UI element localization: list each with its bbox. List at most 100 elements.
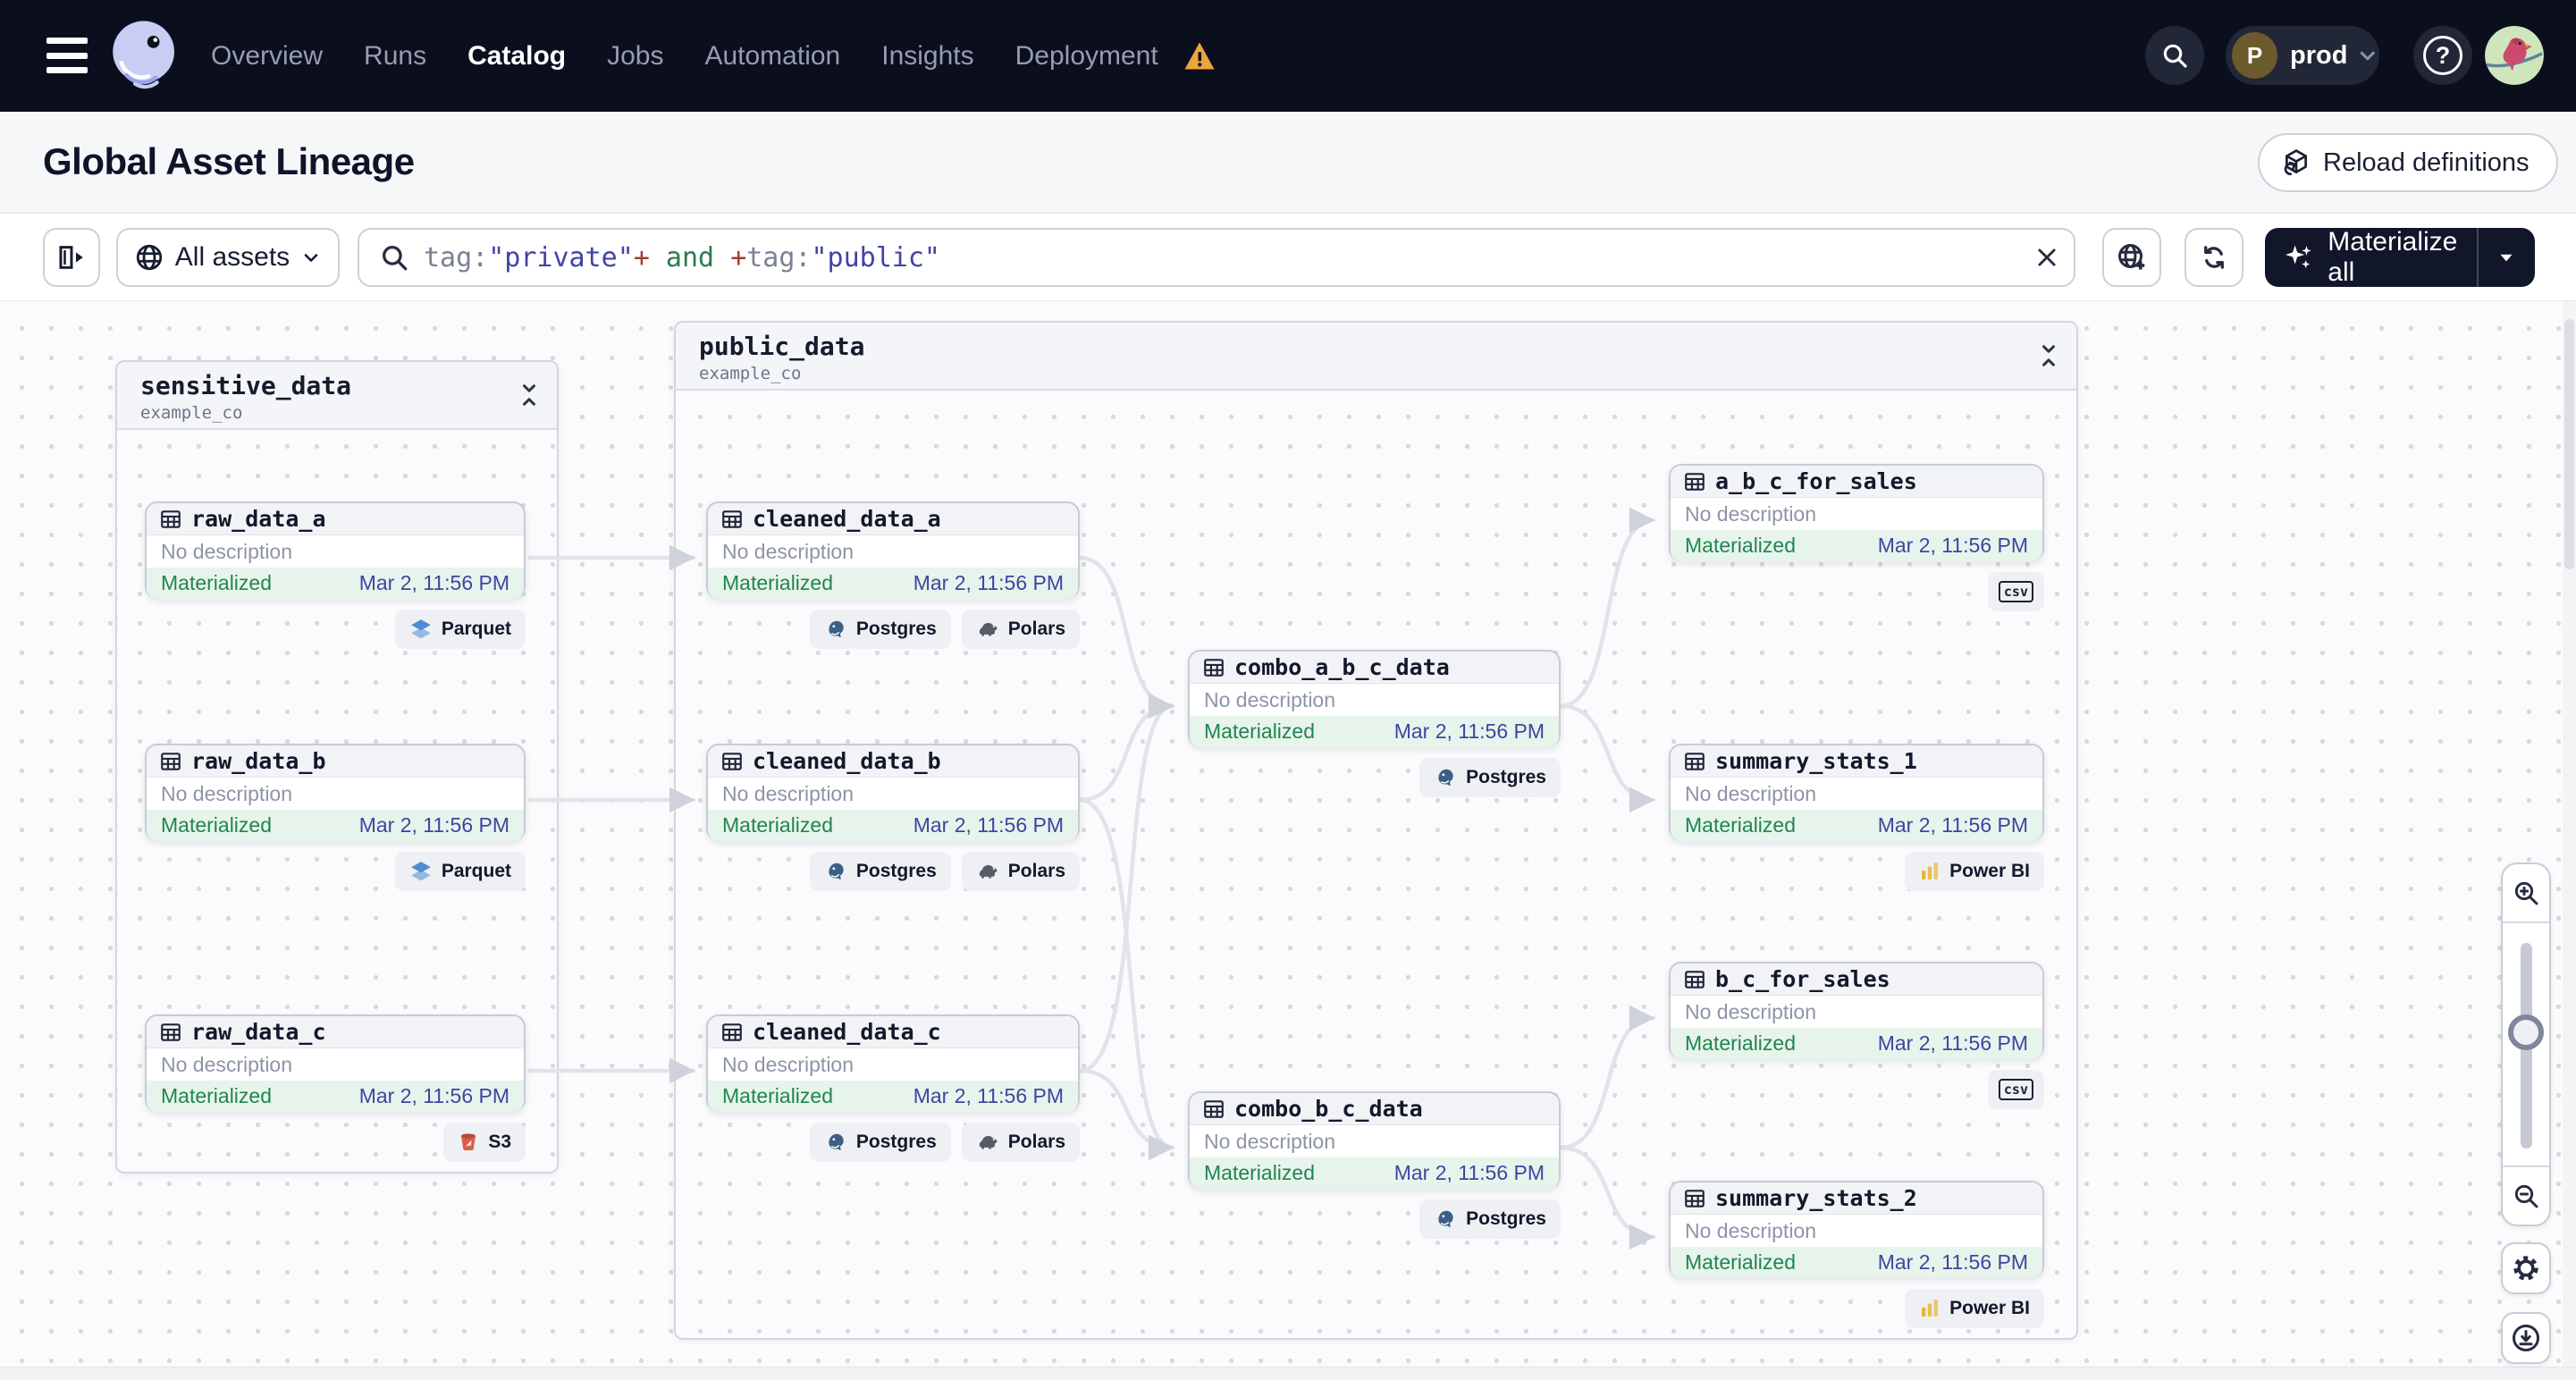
kind-badge-s3: S3: [443, 1123, 526, 1162]
avatar-bird-image: [2485, 26, 2544, 85]
download-image-button[interactable]: [2501, 1312, 2551, 1364]
materialization-timestamp: Mar 2, 11:56 PM: [1393, 719, 1545, 743]
asset-badges: Parquet: [145, 610, 526, 649]
asset-node-header: cleaned_data_c: [708, 1016, 1078, 1048]
global-asset-lineage-page: Overview Runs Catalog Jobs Automation In…: [0, 0, 2576, 1380]
asset-status-row: Materialized Mar 2, 11:56 PM: [1671, 1247, 2042, 1278]
status-label: Materialized: [722, 1084, 833, 1107]
asset-node-combo-b-c-data[interactable]: combo_b_c_data No description Materializ…: [1188, 1091, 1561, 1189]
asset-name: raw_data_c: [191, 1019, 326, 1045]
nav-item-jobs[interactable]: Jobs: [607, 41, 663, 72]
zoom-slider-handle[interactable]: [2508, 1014, 2544, 1050]
asset-node-a-b-c-for-sales[interactable]: a_b_c_for_sales No description Materiali…: [1669, 464, 2044, 561]
table-icon: [1685, 970, 1705, 989]
asset-node-raw-data-c[interactable]: raw_data_c No description Materialized M…: [145, 1014, 526, 1112]
chevron-down-icon: [2500, 254, 2513, 262]
collapse-group-icon[interactable]: [2039, 342, 2058, 369]
asset-name: combo_b_c_data: [1234, 1096, 1423, 1122]
asset-badges: Postgres Polars: [706, 610, 1080, 649]
nav-item-automation[interactable]: Automation: [704, 41, 840, 72]
top-nav: Overview Runs Catalog Jobs Automation In…: [0, 0, 2576, 112]
postgres-icon: [829, 620, 844, 638]
asset-badges: Parquet: [145, 852, 526, 891]
search-icon: [383, 246, 408, 271]
table-icon: [161, 1022, 181, 1041]
group-header[interactable]: public_data example_co: [676, 323, 2076, 391]
asset-node-combo-a-b-c-data[interactable]: combo_a_b_c_data No description Material…: [1188, 650, 1561, 747]
asset-badges: Postgres: [1188, 758, 1561, 797]
clear-filter-button[interactable]: [2020, 231, 2074, 284]
chevron-down-icon: [2361, 51, 2376, 61]
asset-description: No description: [1671, 498, 2042, 530]
materialization-timestamp: Mar 2, 11:56 PM: [1877, 1250, 2028, 1274]
asset-node-raw-data-a[interactable]: raw_data_a No description Materialized M…: [145, 501, 526, 599]
horizontal-scrollbar[interactable]: [0, 1367, 2576, 1380]
materialize-options-button[interactable]: [2479, 246, 2536, 269]
asset-badges: Postgres Polars: [706, 1123, 1080, 1162]
environment-avatar: P: [2232, 32, 2278, 79]
asset-badges: Power BI: [1669, 852, 2044, 891]
materialization-timestamp: Mar 2, 11:56 PM: [358, 813, 509, 837]
help-button[interactable]: ?: [2413, 26, 2472, 85]
asset-description: No description: [708, 535, 1078, 568]
asset-node-cleaned-data-b[interactable]: cleaned_data_b No description Materializ…: [706, 744, 1080, 841]
asset-name: cleaned_data_c: [753, 1019, 941, 1045]
asset-node-raw-data-b[interactable]: raw_data_b No description Materialized M…: [145, 744, 526, 841]
lineage-canvas[interactable]: sensitive_data example_co public_data ex…: [0, 301, 2576, 1380]
csv-icon: csv: [1998, 581, 2033, 602]
nav-item-deployment[interactable]: Deployment: [1015, 41, 1158, 72]
asset-node-b-c-for-sales[interactable]: b_c_for_sales No description Materialize…: [1669, 962, 2044, 1059]
asset-name: raw_data_a: [191, 506, 326, 532]
materialize-all-button[interactable]: Materialize all: [2265, 227, 2536, 287]
search-icon: [2163, 44, 2187, 68]
vertical-scrollbar[interactable]: [2563, 301, 2576, 1367]
asset-scope-label: All assets: [174, 242, 290, 272]
kind-badge-polars: Polars: [961, 1123, 1080, 1162]
deployment-warning-icon: [1184, 42, 1215, 70]
zoom-in-button[interactable]: [2503, 864, 2549, 923]
zoom-out-button[interactable]: [2503, 1165, 2549, 1224]
asset-description: No description: [1671, 1215, 2042, 1247]
table-icon: [1204, 1099, 1224, 1118]
asset-node-summary-stats-1[interactable]: summary_stats_1 No description Materiali…: [1669, 744, 2044, 841]
vertical-scrollbar-thumb[interactable]: [2564, 319, 2574, 569]
kind-badge-powerbi: Power BI: [1905, 852, 2044, 891]
asset-node-cleaned-data-a[interactable]: cleaned_data_a No description Materializ…: [706, 501, 1080, 599]
asset-name: summary_stats_1: [1715, 748, 1917, 774]
asset-node-header: combo_b_c_data: [1190, 1093, 1559, 1125]
visualize-scope-button[interactable]: [2102, 228, 2161, 287]
graph-settings-button[interactable]: [2501, 1242, 2551, 1294]
nav-search-button[interactable]: [2145, 26, 2204, 85]
asset-node-header: raw_data_b: [147, 745, 524, 778]
asset-node-header: b_c_for_sales: [1671, 963, 2042, 996]
asset-description: No description: [1190, 1125, 1559, 1157]
nav-links: Overview Runs Catalog Jobs Automation In…: [211, 0, 1216, 112]
asset-badges: Power BI: [1669, 1289, 2044, 1328]
asset-scope-dropdown[interactable]: All assets: [116, 228, 340, 287]
collapse-group-icon[interactable]: [519, 382, 539, 408]
asset-node-header: cleaned_data_b: [708, 745, 1078, 778]
open-sidebar-button[interactable]: [43, 228, 100, 287]
group-header[interactable]: sensitive_data example_co: [117, 362, 557, 430]
kind-badge-parquet: Parquet: [394, 852, 526, 891]
status-label: Materialized: [1204, 1161, 1315, 1184]
asset-name: summary_stats_2: [1715, 1185, 1917, 1211]
kind-badge-polars: Polars: [961, 852, 1080, 891]
asset-node-cleaned-data-c[interactable]: cleaned_data_c No description Materializ…: [706, 1014, 1080, 1112]
nav-item-overview[interactable]: Overview: [211, 41, 323, 72]
user-avatar[interactable]: [2485, 26, 2544, 85]
refresh-graph-button[interactable]: [2185, 228, 2243, 287]
asset-status-row: Materialized Mar 2, 11:56 PM: [147, 568, 524, 599]
dagster-logo-icon[interactable]: [105, 16, 184, 95]
asset-name: a_b_c_for_sales: [1715, 468, 1917, 494]
nav-item-catalog[interactable]: Catalog: [467, 41, 566, 72]
menu-icon[interactable]: [46, 38, 88, 73]
asset-node-summary-stats-2[interactable]: summary_stats_2 No description Materiali…: [1669, 1181, 2044, 1278]
asset-description: No description: [1671, 996, 2042, 1028]
environment-switcher[interactable]: P prod: [2226, 26, 2379, 85]
nav-item-runs[interactable]: Runs: [364, 41, 426, 72]
reload-definitions-button[interactable]: Reload definitions: [2258, 133, 2558, 192]
asset-filter-input[interactable]: tag:"private"+ and +tag:"public": [358, 228, 2075, 287]
postgres-icon: [1438, 769, 1453, 787]
nav-item-insights[interactable]: Insights: [881, 41, 973, 72]
